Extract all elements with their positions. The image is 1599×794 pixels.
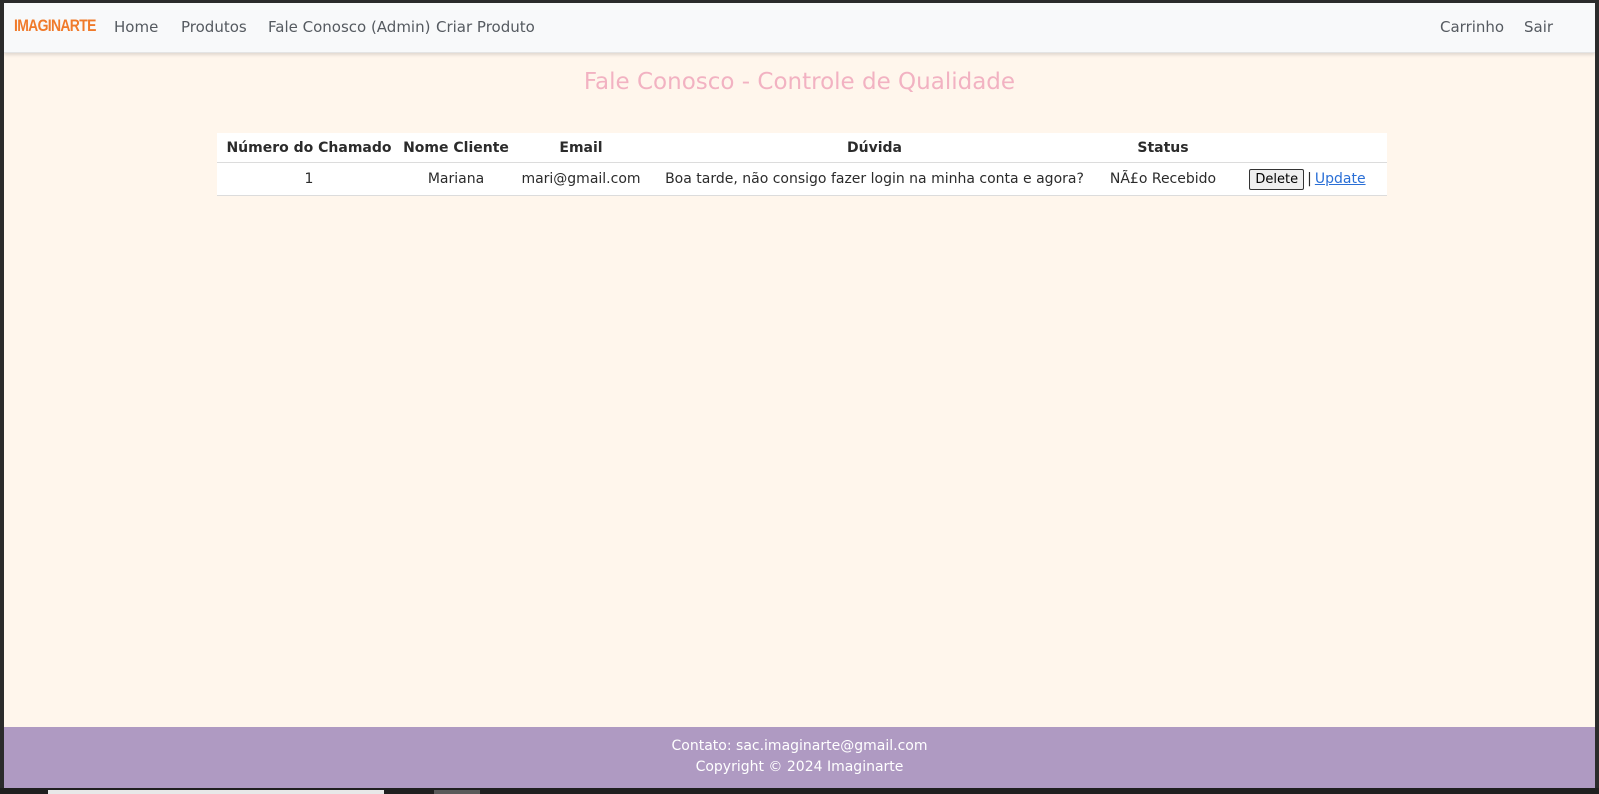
header-actions [1228, 133, 1387, 163]
nav-carrinho[interactable]: Carrinho [1440, 18, 1504, 36]
brand-logo[interactable]: IMAGINARTE [14, 16, 96, 36]
cell-nome: Mariana [401, 162, 511, 196]
header-duvida: Dúvida [651, 133, 1098, 163]
table-row: 1 Mariana mari@gmail.com Boa tarde, não … [217, 162, 1387, 196]
cell-email: mari@gmail.com [511, 162, 651, 196]
taskbar-segment [48, 790, 384, 794]
footer: Contato: sac.imaginarte@gmail.com Copyri… [4, 727, 1595, 788]
tickets-table: Número do Chamado Nome Cliente Email Dúv… [217, 133, 1387, 196]
action-separator: | [1307, 170, 1312, 187]
nav-criar-produto[interactable]: Criar Produto [436, 18, 535, 36]
footer-copyright: Copyright © 2024 Imaginarte [695, 759, 904, 775]
footer-contact: Contato: sac.imaginarte@gmail.com [671, 738, 928, 754]
nav-home[interactable]: Home [114, 18, 158, 36]
app-frame: IMAGINARTE Home Produtos Fale Conosco (A… [4, 3, 1595, 788]
nav-fale-conosco-admin[interactable]: Fale Conosco (Admin) [268, 18, 430, 36]
taskbar-strip [0, 788, 1599, 794]
header-numero-chamado: Número do Chamado [217, 133, 401, 163]
cell-actions: Delete | Update [1228, 162, 1387, 196]
taskbar-segment [434, 790, 480, 794]
delete-button[interactable]: Delete [1249, 168, 1305, 190]
page-title: Fale Conosco - Controle de Qualidade [583, 69, 1016, 95]
navbar: IMAGINARTE Home Produtos Fale Conosco (A… [4, 3, 1595, 53]
nav-produtos[interactable]: Produtos [181, 18, 247, 36]
tickets-table-container: Número do Chamado Nome Cliente Email Dúv… [217, 133, 1387, 196]
header-nome-cliente: Nome Cliente [401, 133, 511, 163]
nav-sair[interactable]: Sair [1524, 18, 1553, 36]
update-link[interactable]: Update [1315, 171, 1366, 187]
table-header-row: Número do Chamado Nome Cliente Email Dúv… [217, 133, 1387, 163]
cell-duvida: Boa tarde, não consigo fazer login na mi… [651, 162, 1098, 196]
header-email: Email [511, 133, 651, 163]
cell-status: NÃ£o Recebido [1098, 162, 1228, 196]
header-status: Status [1098, 133, 1228, 163]
cell-numero: 1 [217, 162, 401, 196]
